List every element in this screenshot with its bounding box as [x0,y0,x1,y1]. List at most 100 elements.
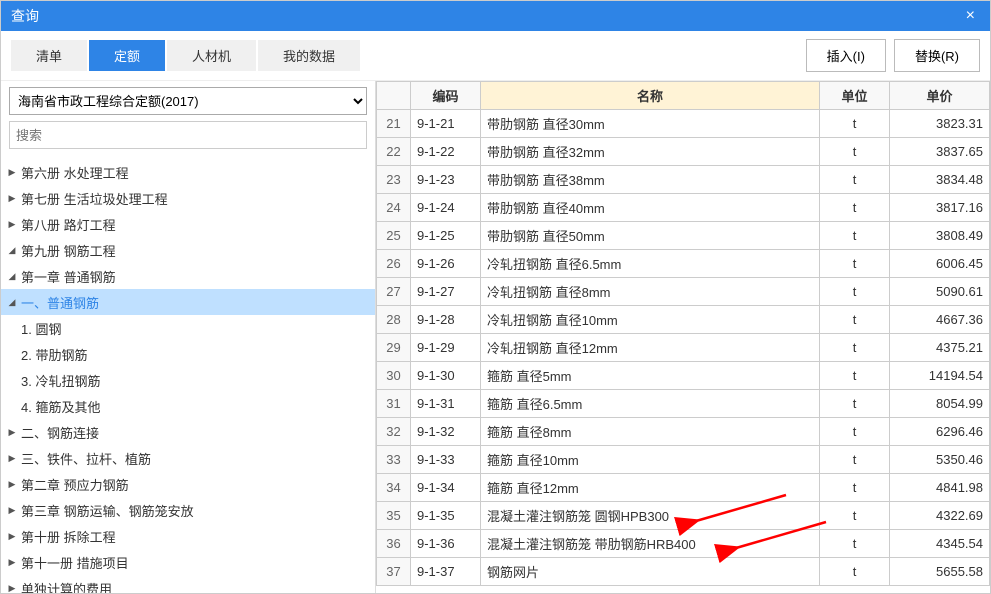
search-box[interactable] [9,121,367,149]
cell-name[interactable]: 箍筋 直径8mm [481,418,820,446]
tree-node-6[interactable]: 1. 圆钢 [1,315,375,341]
table-row[interactable]: 219-1-21带肋钢筋 直径30mmt3823.31 [377,110,990,138]
cell-name[interactable]: 混凝土灌注钢筋笼 带肋钢筋HRB400 [481,530,820,558]
table-row[interactable]: 309-1-30箍筋 直径5mmt14194.54 [377,362,990,390]
table-row[interactable]: 279-1-27冷轧扭钢筋 直径8mmt5090.61 [377,278,990,306]
cell-unit[interactable]: t [820,446,890,474]
cell-code[interactable]: 9-1-28 [411,306,481,334]
tree-node-12[interactable]: 第二章 预应力钢筋 [1,471,375,497]
cell-code[interactable]: 9-1-30 [411,362,481,390]
cell-unit[interactable]: t [820,334,890,362]
cell-unit[interactable]: t [820,530,890,558]
quota-dropdown[interactable]: 海南省市政工程综合定额(2017) [9,87,367,115]
tree-view[interactable]: 第六册 水处理工程第七册 生活垃圾处理工程第八册 路灯工程第九册 钢筋工程第一章… [1,155,375,593]
cell-price[interactable]: 6006.45 [890,250,990,278]
cell-code[interactable]: 9-1-33 [411,446,481,474]
cell-name[interactable]: 冷轧扭钢筋 直径12mm [481,334,820,362]
cell-unit[interactable]: t [820,362,890,390]
cell-unit[interactable]: t [820,278,890,306]
close-icon[interactable]: × [961,7,980,25]
cell-unit[interactable]: t [820,166,890,194]
cell-unit[interactable]: t [820,390,890,418]
cell-unit[interactable]: t [820,222,890,250]
tree-node-0[interactable]: 第六册 水处理工程 [1,159,375,185]
cell-code[interactable]: 9-1-31 [411,390,481,418]
cell-price[interactable]: 8054.99 [890,390,990,418]
table-row[interactable]: 329-1-32箍筋 直径8mmt6296.46 [377,418,990,446]
table-row[interactable]: 269-1-26冷轧扭钢筋 直径6.5mmt6006.45 [377,250,990,278]
cell-unit[interactable]: t [820,474,890,502]
tree-node-11[interactable]: 三、铁件、拉杆、植筋 [1,445,375,471]
tab-3[interactable]: 我的数据 [258,40,360,71]
col-code[interactable]: 编码 [411,82,481,110]
tree-node-8[interactable]: 3. 冷轧扭钢筋 [1,367,375,393]
cell-price[interactable]: 3823.31 [890,110,990,138]
cell-name[interactable]: 箍筋 直径10mm [481,446,820,474]
quota-select[interactable]: 海南省市政工程综合定额(2017) [9,87,367,115]
tree-node-4[interactable]: 第一章 普通钢筋 [1,263,375,289]
cell-code[interactable]: 9-1-32 [411,418,481,446]
cell-price[interactable]: 3808.49 [890,222,990,250]
cell-price[interactable]: 3817.16 [890,194,990,222]
cell-name[interactable]: 带肋钢筋 直径40mm [481,194,820,222]
cell-unit[interactable]: t [820,138,890,166]
search-input[interactable] [9,121,367,149]
cell-code[interactable]: 9-1-37 [411,558,481,586]
table-row[interactable]: 249-1-24带肋钢筋 直径40mmt3817.16 [377,194,990,222]
cell-unit[interactable]: t [820,502,890,530]
tree-node-15[interactable]: 第十一册 措施项目 [1,549,375,575]
cell-price[interactable]: 3834.48 [890,166,990,194]
tree-node-14[interactable]: 第十册 拆除工程 [1,523,375,549]
cell-code[interactable]: 9-1-24 [411,194,481,222]
tab-0[interactable]: 清单 [11,40,87,71]
cell-code[interactable]: 9-1-25 [411,222,481,250]
replace-button[interactable]: 替换(R) [894,39,980,72]
tree-node-1[interactable]: 第七册 生活垃圾处理工程 [1,185,375,211]
cell-name[interactable]: 带肋钢筋 直径30mm [481,110,820,138]
tree-node-3[interactable]: 第九册 钢筋工程 [1,237,375,263]
tree-node-9[interactable]: 4. 箍筋及其他 [1,393,375,419]
cell-name[interactable]: 冷轧扭钢筋 直径10mm [481,306,820,334]
cell-code[interactable]: 9-1-36 [411,530,481,558]
cell-unit[interactable]: t [820,306,890,334]
cell-code[interactable]: 9-1-35 [411,502,481,530]
table-row[interactable]: 299-1-29冷轧扭钢筋 直径12mmt4375.21 [377,334,990,362]
cell-price[interactable]: 4667.36 [890,306,990,334]
cell-name[interactable]: 箍筋 直径5mm [481,362,820,390]
cell-name[interactable]: 箍筋 直径6.5mm [481,390,820,418]
cell-code[interactable]: 9-1-29 [411,334,481,362]
cell-unit[interactable]: t [820,250,890,278]
cell-name[interactable]: 箍筋 直径12mm [481,474,820,502]
table-row[interactable]: 289-1-28冷轧扭钢筋 直径10mmt4667.36 [377,306,990,334]
cell-price[interactable]: 4345.54 [890,530,990,558]
cell-name[interactable]: 冷轧扭钢筋 直径8mm [481,278,820,306]
cell-code[interactable]: 9-1-21 [411,110,481,138]
cell-name[interactable]: 钢筋网片 [481,558,820,586]
col-price[interactable]: 单价 [890,82,990,110]
insert-button[interactable]: 插入(I) [806,39,886,72]
tree-node-13[interactable]: 第三章 钢筋运输、钢筋笼安放 [1,497,375,523]
cell-price[interactable]: 5350.46 [890,446,990,474]
cell-price[interactable]: 5090.61 [890,278,990,306]
cell-price[interactable]: 4322.69 [890,502,990,530]
cell-name[interactable]: 带肋钢筋 直径38mm [481,166,820,194]
table-row[interactable]: 339-1-33箍筋 直径10mmt5350.46 [377,446,990,474]
table-row[interactable]: 379-1-37钢筋网片t5655.58 [377,558,990,586]
col-name[interactable]: 名称 [481,82,820,110]
tab-2[interactable]: 人材机 [167,40,256,71]
cell-code[interactable]: 9-1-23 [411,166,481,194]
cell-price[interactable]: 4841.98 [890,474,990,502]
table-row[interactable]: 319-1-31箍筋 直径6.5mmt8054.99 [377,390,990,418]
cell-name[interactable]: 冷轧扭钢筋 直径6.5mm [481,250,820,278]
table-row[interactable]: 239-1-23带肋钢筋 直径38mmt3834.48 [377,166,990,194]
tab-1[interactable]: 定额 [89,40,165,71]
cell-unit[interactable]: t [820,110,890,138]
cell-code[interactable]: 9-1-34 [411,474,481,502]
cell-code[interactable]: 9-1-22 [411,138,481,166]
table-row[interactable]: 349-1-34箍筋 直径12mmt4841.98 [377,474,990,502]
tree-node-5[interactable]: 一、普通钢筋 [1,289,375,315]
cell-price[interactable]: 4375.21 [890,334,990,362]
cell-unit[interactable]: t [820,558,890,586]
cell-price[interactable]: 6296.46 [890,418,990,446]
cell-unit[interactable]: t [820,194,890,222]
